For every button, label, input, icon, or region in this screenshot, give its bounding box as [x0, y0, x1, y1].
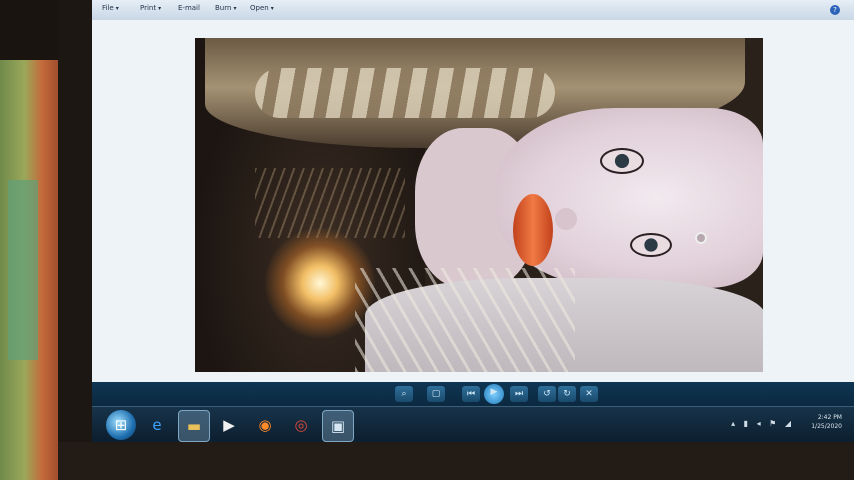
photo-braid	[255, 68, 555, 118]
system-tray[interactable]: ▴ ▮ ◂ ⚑ ◢	[731, 419, 794, 428]
menu-burn[interactable]: Burn ▾	[215, 4, 236, 12]
chevron-down-icon: ▾	[233, 5, 237, 12]
menu-file-label: File	[102, 4, 114, 12]
windows-taskbar: ⊞ e ▬ ▶ ◉ ◎ ▣ ▴ ▮ ◂ ⚑ ◢ 2:42 PM 1/25/202…	[92, 406, 854, 442]
menu-print-label: Print	[140, 4, 157, 12]
actual-size-icon[interactable]: ▢	[427, 386, 445, 402]
chevron-down-icon: ▾	[115, 5, 119, 12]
monitor-bottom-bezel	[58, 442, 854, 480]
photo-eye	[600, 148, 644, 174]
photo-nose	[555, 208, 577, 230]
taskbar-clock[interactable]: 2:42 PM 1/25/2020	[811, 413, 842, 431]
cloth-pattern	[8, 180, 38, 360]
start-button[interactable]: ⊞	[106, 410, 136, 440]
photo-hair-strands	[355, 268, 575, 372]
menu-file[interactable]: File ▾	[102, 4, 119, 12]
photo-sparkles	[255, 168, 405, 238]
menu-open[interactable]: Open ▾	[250, 4, 274, 12]
photo-bindi	[695, 232, 707, 244]
internet-explorer-icon[interactable]: e	[142, 410, 172, 440]
rotate-left-icon[interactable]: ↺	[538, 386, 556, 402]
help-icon[interactable]: ?	[830, 5, 840, 15]
clock-date: 1/25/2020	[811, 423, 842, 430]
menu-email[interactable]: E-mail	[178, 4, 200, 12]
chrome-icon[interactable]: ◎	[286, 410, 316, 440]
viewer-controls: ⌕ ▢ ⏮ ▶ ⏭ ↺ ↻ ✕	[92, 382, 854, 406]
viewer-canvas	[92, 20, 854, 382]
photo-viewer-icon[interactable]: ▣	[322, 410, 354, 442]
chevron-down-icon: ▾	[158, 5, 162, 12]
displayed-photo	[195, 38, 763, 372]
menu-print[interactable]: Print ▾	[140, 4, 161, 12]
clock-time: 2:42 PM	[817, 414, 842, 421]
next-icon[interactable]: ⏭	[510, 386, 528, 402]
monitor-screen: File ▾ Print ▾ E-mail Burn ▾ Open ▾ ? ⌕ ▢	[92, 0, 854, 442]
delete-icon[interactable]: ✕	[580, 386, 598, 402]
chevron-down-icon: ▾	[270, 5, 274, 12]
menu-open-label: Open	[250, 4, 269, 12]
menu-email-label: E-mail	[178, 4, 200, 12]
slideshow-play-icon[interactable]: ▶	[484, 384, 504, 404]
previous-icon[interactable]: ⏮	[462, 386, 480, 402]
viewer-menubar: File ▾ Print ▾ E-mail Burn ▾ Open ▾ ?	[92, 0, 854, 21]
menu-burn-label: Burn	[215, 4, 232, 12]
media-player-icon[interactable]: ▶	[214, 410, 244, 440]
zoom-icon[interactable]: ⌕	[395, 386, 413, 402]
photo-lips	[513, 194, 553, 266]
file-explorer-icon[interactable]: ▬	[178, 410, 210, 442]
photo-eye	[630, 233, 672, 257]
rotate-right-icon[interactable]: ↻	[558, 386, 576, 402]
firefox-icon[interactable]: ◉	[250, 410, 280, 440]
